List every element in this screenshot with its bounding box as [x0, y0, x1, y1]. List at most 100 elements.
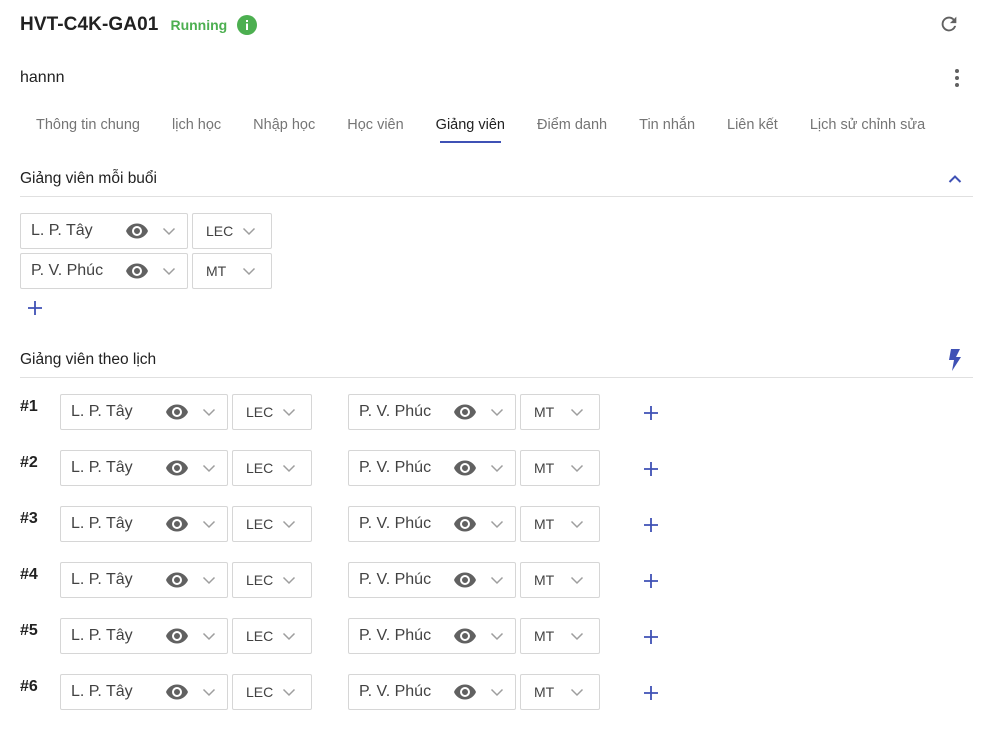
- teacher-select[interactable]: L. P. Tây: [60, 450, 228, 486]
- role-value: LEC: [246, 460, 274, 476]
- schedule-number: #4: [20, 566, 38, 583]
- chevron-down-icon: [569, 460, 585, 476]
- chevron-down-icon: [201, 404, 217, 420]
- chevron-down-icon: [201, 684, 217, 700]
- role-select[interactable]: LEC: [232, 450, 312, 486]
- chevron-down-icon: [201, 628, 217, 644]
- status-badge: Running: [170, 17, 228, 33]
- tab-bar: Thông tin chung lịch học Nhập học Học viên G…: [20, 106, 973, 144]
- teacher-select[interactable]: P. V. Phúc: [348, 674, 516, 710]
- eye-icon[interactable]: [165, 624, 189, 648]
- role-select[interactable]: LEC: [232, 394, 312, 430]
- teacher-name: P. V. Phúc: [359, 515, 432, 532]
- info-icon[interactable]: [237, 15, 258, 35]
- flash-icon[interactable]: [945, 349, 965, 371]
- teacher-select[interactable]: P. V. Phúc: [20, 253, 188, 289]
- role-select[interactable]: MT: [520, 562, 600, 598]
- chevron-down-icon: [281, 628, 297, 644]
- chevron-down-icon: [489, 460, 505, 476]
- chevron-down-icon: [201, 460, 217, 476]
- add-teacher-button[interactable]: [641, 571, 661, 591]
- add-teacher-button[interactable]: [641, 403, 661, 423]
- teacher-name: P. V. Phúc: [359, 403, 432, 420]
- teacher-select[interactable]: L. P. Tây: [60, 394, 228, 430]
- eye-icon[interactable]: [453, 400, 477, 424]
- teacher-name: L. P. Tây: [71, 683, 133, 700]
- teacher-select[interactable]: P. V. Phúc: [348, 618, 516, 654]
- role-select[interactable]: LEC: [192, 213, 272, 249]
- tab-4[interactable]: Giảng viên: [420, 106, 521, 144]
- role-select[interactable]: MT: [192, 253, 272, 289]
- by-schedule-title: Giảng viên theo lịch: [20, 350, 157, 368]
- chevron-down-icon: [281, 572, 297, 588]
- role-value: MT: [534, 404, 555, 420]
- chevron-down-icon: [569, 404, 585, 420]
- per-session-title: Giảng viên mỗi buổi: [20, 169, 157, 187]
- eye-icon[interactable]: [165, 512, 189, 536]
- schedule-number: #6: [20, 678, 38, 695]
- chevron-up-icon[interactable]: [945, 169, 965, 189]
- tab-8[interactable]: Lịch sử chỉnh sửa: [794, 106, 941, 144]
- eye-icon[interactable]: [165, 568, 189, 592]
- teacher-name: P. V. Phúc: [31, 262, 104, 279]
- role-select[interactable]: LEC: [232, 674, 312, 710]
- role-select[interactable]: LEC: [232, 562, 312, 598]
- tab-0[interactable]: Thông tin chung: [20, 106, 156, 144]
- chevron-down-icon: [489, 404, 505, 420]
- teacher-select[interactable]: L. P. Tây: [60, 562, 228, 598]
- refresh-icon[interactable]: [937, 12, 961, 36]
- eye-icon[interactable]: [165, 680, 189, 704]
- more-vert-icon[interactable]: [945, 66, 969, 90]
- tab-3[interactable]: Học viên: [331, 106, 419, 144]
- role-select[interactable]: MT: [520, 674, 600, 710]
- chevron-down-icon: [281, 516, 297, 532]
- add-teacher-button[interactable]: [641, 459, 661, 479]
- add-teacher-button[interactable]: [641, 683, 661, 703]
- eye-icon[interactable]: [125, 259, 149, 283]
- teacher-select[interactable]: P. V. Phúc: [348, 450, 516, 486]
- schedule-number: #1: [20, 398, 38, 415]
- add-teacher-button[interactable]: [641, 515, 661, 535]
- role-select[interactable]: MT: [520, 506, 600, 542]
- teacher-select[interactable]: P. V. Phúc: [348, 562, 516, 598]
- chevron-down-icon: [281, 404, 297, 420]
- teacher-select[interactable]: L. P. Tây: [20, 213, 188, 249]
- eye-icon[interactable]: [453, 456, 477, 480]
- chevron-down-icon: [161, 223, 177, 239]
- teacher-select[interactable]: L. P. Tây: [60, 674, 228, 710]
- chevron-down-icon: [569, 572, 585, 588]
- add-teacher-button[interactable]: [641, 627, 661, 647]
- role-value: LEC: [246, 628, 274, 644]
- teacher-select[interactable]: P. V. Phúc: [348, 506, 516, 542]
- eye-icon[interactable]: [165, 400, 189, 424]
- chevron-down-icon: [241, 263, 257, 279]
- role-value: MT: [534, 460, 555, 476]
- eye-icon[interactable]: [453, 568, 477, 592]
- tab-1[interactable]: lịch học: [156, 106, 237, 144]
- chevron-down-icon: [489, 684, 505, 700]
- eye-icon[interactable]: [165, 456, 189, 480]
- eye-icon[interactable]: [453, 624, 477, 648]
- role-select[interactable]: MT: [520, 618, 600, 654]
- add-teacher-button[interactable]: [25, 298, 45, 318]
- teacher-name: P. V. Phúc: [359, 627, 432, 644]
- role-select[interactable]: LEC: [232, 618, 312, 654]
- chevron-down-icon: [489, 516, 505, 532]
- tab-6[interactable]: Tin nhắn: [623, 106, 711, 144]
- role-select[interactable]: LEC: [232, 506, 312, 542]
- eye-icon[interactable]: [453, 512, 477, 536]
- teacher-select[interactable]: L. P. Tây: [60, 506, 228, 542]
- by-schedule-header: Giảng viên theo lịch: [20, 342, 973, 378]
- schedule-number: #5: [20, 622, 38, 639]
- tab-2[interactable]: Nhập học: [237, 106, 331, 144]
- eye-icon[interactable]: [453, 680, 477, 704]
- tab-7[interactable]: Liên kết: [711, 106, 794, 144]
- teacher-select[interactable]: L. P. Tây: [60, 618, 228, 654]
- eye-icon[interactable]: [125, 219, 149, 243]
- role-value: MT: [534, 684, 555, 700]
- role-select[interactable]: MT: [520, 450, 600, 486]
- teacher-select[interactable]: P. V. Phúc: [348, 394, 516, 430]
- role-select[interactable]: MT: [520, 394, 600, 430]
- teacher-name: L. P. Tây: [71, 515, 133, 532]
- tab-5[interactable]: Điểm danh: [521, 106, 623, 144]
